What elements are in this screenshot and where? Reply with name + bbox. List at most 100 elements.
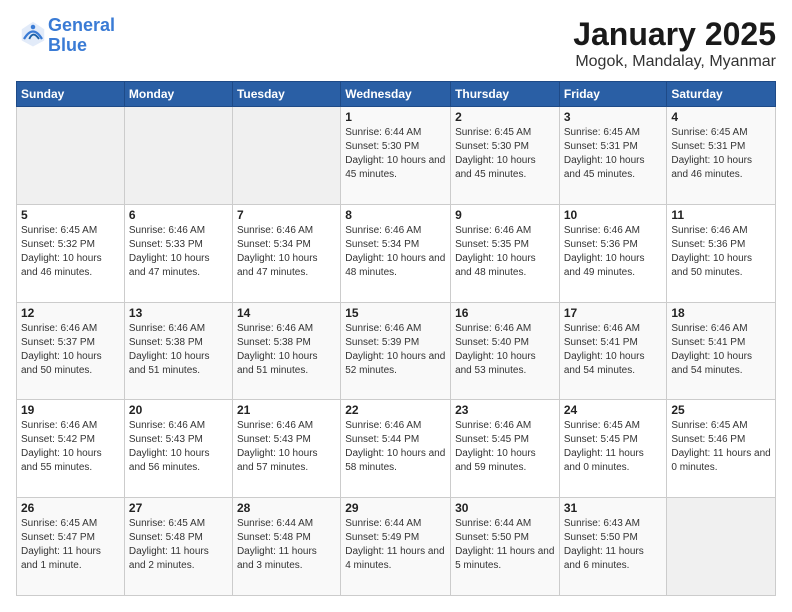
- page: General Blue January 2025 Mogok, Mandala…: [0, 0, 792, 612]
- day-number: 26: [21, 501, 120, 515]
- calendar-cell: 24 Sunrise: 6:45 AM Sunset: 5:45 PM Dayli…: [559, 400, 667, 498]
- day-number: 25: [671, 403, 771, 417]
- logo: General Blue: [16, 16, 115, 56]
- day-info: Sunrise: 6:46 AM Sunset: 5:41 PM Dayligh…: [671, 322, 771, 378]
- calendar-cell: 16 Sunrise: 6:46 AM Sunset: 5:40 PM Dayli…: [451, 302, 560, 400]
- day-number: 1: [345, 110, 446, 124]
- calendar-cell: 31 Sunrise: 6:43 AM Sunset: 5:50 PM Dayli…: [559, 498, 667, 596]
- calendar-cell: 17 Sunrise: 6:46 AM Sunset: 5:41 PM Dayli…: [559, 302, 667, 400]
- calendar-week-row: 26 Sunrise: 6:45 AM Sunset: 5:47 PM Dayli…: [17, 498, 776, 596]
- day-number: 23: [455, 403, 555, 417]
- calendar-cell: 5Sunrise: 6:45 AM Sunset: 5:32 PM Daylig…: [17, 204, 125, 302]
- calendar-cell: 28 Sunrise: 6:44 AM Sunset: 5:48 PM Dayli…: [232, 498, 340, 596]
- col-header-thursday: Thursday: [451, 82, 560, 107]
- day-info: Sunrise: 6:44 AM Sunset: 5:48 PM Dayligh…: [237, 517, 336, 573]
- day-info: Sunrise: 6:44 AM Sunset: 5:30 PM Dayligh…: [345, 126, 446, 182]
- calendar-cell: 1 Sunrise: 6:44 AM Sunset: 5:30 PM Daylig…: [341, 107, 451, 205]
- day-info: Sunrise: 6:45 AM Sunset: 5:47 PM Dayligh…: [21, 517, 120, 573]
- day-info: Sunrise: 6:45 AM Sunset: 5:48 PM Dayligh…: [129, 517, 228, 573]
- day-number: 11: [671, 208, 771, 222]
- day-info: Sunrise: 6:44 AM Sunset: 5:49 PM Dayligh…: [345, 517, 446, 573]
- day-number: 31: [564, 501, 663, 515]
- day-info: Sunrise: 6:45 AM Sunset: 5:31 PM Dayligh…: [564, 126, 663, 182]
- calendar-cell: 6Sunrise: 6:46 AM Sunset: 5:33 PM Daylig…: [124, 204, 232, 302]
- calendar-cell: 10 Sunrise: 6:46 AM Sunset: 5:36 PM Dayli…: [559, 204, 667, 302]
- logo-text: General Blue: [48, 16, 115, 56]
- day-number: 13: [129, 306, 228, 320]
- title-block: January 2025 Mogok, Mandalay, Myanmar: [573, 16, 776, 71]
- main-title: January 2025: [573, 16, 776, 53]
- calendar-cell: 23Sunrise: 6:46 AM Sunset: 5:45 PM Dayli…: [451, 400, 560, 498]
- calendar-cell: 30 Sunrise: 6:44 AM Sunset: 5:50 PM Dayli…: [451, 498, 560, 596]
- day-number: 12: [21, 306, 120, 320]
- day-info: Sunrise: 6:44 AM Sunset: 5:50 PM Dayligh…: [455, 517, 555, 573]
- calendar-cell: 8 Sunrise: 6:46 AM Sunset: 5:34 PM Daylig…: [341, 204, 451, 302]
- day-number: 4: [671, 110, 771, 124]
- sub-title: Mogok, Mandalay, Myanmar: [573, 53, 776, 71]
- day-number: 5: [21, 208, 120, 222]
- day-number: 8: [345, 208, 446, 222]
- day-number: 14: [237, 306, 336, 320]
- day-info: Sunrise: 6:46 AM Sunset: 5:44 PM Dayligh…: [345, 419, 446, 475]
- day-number: 22: [345, 403, 446, 417]
- calendar-cell: 9Sunrise: 6:46 AM Sunset: 5:35 PM Daylig…: [451, 204, 560, 302]
- col-header-monday: Monday: [124, 82, 232, 107]
- calendar-cell: 25 Sunrise: 6:45 AM Sunset: 5:46 PM Dayli…: [667, 400, 776, 498]
- calendar-cell: [17, 107, 125, 205]
- day-info: Sunrise: 6:46 AM Sunset: 5:42 PM Dayligh…: [21, 419, 120, 475]
- calendar-cell: 21Sunrise: 6:46 AM Sunset: 5:43 PM Dayli…: [232, 400, 340, 498]
- day-info: Sunrise: 6:46 AM Sunset: 5:35 PM Dayligh…: [455, 224, 555, 280]
- calendar-cell: 11 Sunrise: 6:46 AM Sunset: 5:36 PM Dayli…: [667, 204, 776, 302]
- day-number: 15: [345, 306, 446, 320]
- col-header-friday: Friday: [559, 82, 667, 107]
- calendar-cell: 22 Sunrise: 6:46 AM Sunset: 5:44 PM Dayli…: [341, 400, 451, 498]
- calendar-cell: 14Sunrise: 6:46 AM Sunset: 5:38 PM Dayli…: [232, 302, 340, 400]
- day-number: 3: [564, 110, 663, 124]
- day-number: 20: [129, 403, 228, 417]
- col-header-sunday: Sunday: [17, 82, 125, 107]
- day-number: 19: [21, 403, 120, 417]
- calendar-week-row: 1 Sunrise: 6:44 AM Sunset: 5:30 PM Daylig…: [17, 107, 776, 205]
- day-number: 2: [455, 110, 555, 124]
- day-info: Sunrise: 6:46 AM Sunset: 5:36 PM Dayligh…: [564, 224, 663, 280]
- calendar-cell: 20Sunrise: 6:46 AM Sunset: 5:43 PM Dayli…: [124, 400, 232, 498]
- calendar-cell: 18Sunrise: 6:46 AM Sunset: 5:41 PM Dayli…: [667, 302, 776, 400]
- day-info: Sunrise: 6:46 AM Sunset: 5:40 PM Dayligh…: [455, 322, 555, 378]
- day-number: 29: [345, 501, 446, 515]
- calendar-week-row: 19 Sunrise: 6:46 AM Sunset: 5:42 PM Dayli…: [17, 400, 776, 498]
- calendar-cell: [667, 498, 776, 596]
- calendar-cell: 12 Sunrise: 6:46 AM Sunset: 5:37 PM Dayli…: [17, 302, 125, 400]
- day-number: 10: [564, 208, 663, 222]
- header: General Blue January 2025 Mogok, Mandala…: [16, 16, 776, 71]
- day-info: Sunrise: 6:43 AM Sunset: 5:50 PM Dayligh…: [564, 517, 663, 573]
- day-number: 27: [129, 501, 228, 515]
- day-number: 7: [237, 208, 336, 222]
- day-info: Sunrise: 6:46 AM Sunset: 5:41 PM Dayligh…: [564, 322, 663, 378]
- day-number: 17: [564, 306, 663, 320]
- col-header-tuesday: Tuesday: [232, 82, 340, 107]
- day-number: 24: [564, 403, 663, 417]
- calendar-table: SundayMondayTuesdayWednesdayThursdayFrid…: [16, 81, 776, 596]
- day-info: Sunrise: 6:46 AM Sunset: 5:37 PM Dayligh…: [21, 322, 120, 378]
- day-info: Sunrise: 6:45 AM Sunset: 5:46 PM Dayligh…: [671, 419, 771, 475]
- day-info: Sunrise: 6:46 AM Sunset: 5:33 PM Dayligh…: [129, 224, 228, 280]
- calendar-cell: 2 Sunrise: 6:45 AM Sunset: 5:30 PM Daylig…: [451, 107, 560, 205]
- calendar-cell: 15Sunrise: 6:46 AM Sunset: 5:39 PM Dayli…: [341, 302, 451, 400]
- day-info: Sunrise: 6:46 AM Sunset: 5:34 PM Dayligh…: [345, 224, 446, 280]
- calendar-week-row: 12 Sunrise: 6:46 AM Sunset: 5:37 PM Dayli…: [17, 302, 776, 400]
- day-info: Sunrise: 6:45 AM Sunset: 5:45 PM Dayligh…: [564, 419, 663, 475]
- col-header-wednesday: Wednesday: [341, 82, 451, 107]
- col-header-saturday: Saturday: [667, 82, 776, 107]
- day-number: 28: [237, 501, 336, 515]
- day-number: 30: [455, 501, 555, 515]
- day-number: 16: [455, 306, 555, 320]
- day-info: Sunrise: 6:46 AM Sunset: 5:36 PM Dayligh…: [671, 224, 771, 280]
- day-info: Sunrise: 6:45 AM Sunset: 5:30 PM Dayligh…: [455, 126, 555, 182]
- calendar-cell: 19 Sunrise: 6:46 AM Sunset: 5:42 PM Dayli…: [17, 400, 125, 498]
- calendar-cell: 26 Sunrise: 6:45 AM Sunset: 5:47 PM Dayli…: [17, 498, 125, 596]
- calendar-cell: 29 Sunrise: 6:44 AM Sunset: 5:49 PM Dayli…: [341, 498, 451, 596]
- calendar-cell: 13Sunrise: 6:46 AM Sunset: 5:38 PM Dayli…: [124, 302, 232, 400]
- calendar-cell: [124, 107, 232, 205]
- calendar-header-row: SundayMondayTuesdayWednesdayThursdayFrid…: [17, 82, 776, 107]
- day-info: Sunrise: 6:46 AM Sunset: 5:43 PM Dayligh…: [237, 419, 336, 475]
